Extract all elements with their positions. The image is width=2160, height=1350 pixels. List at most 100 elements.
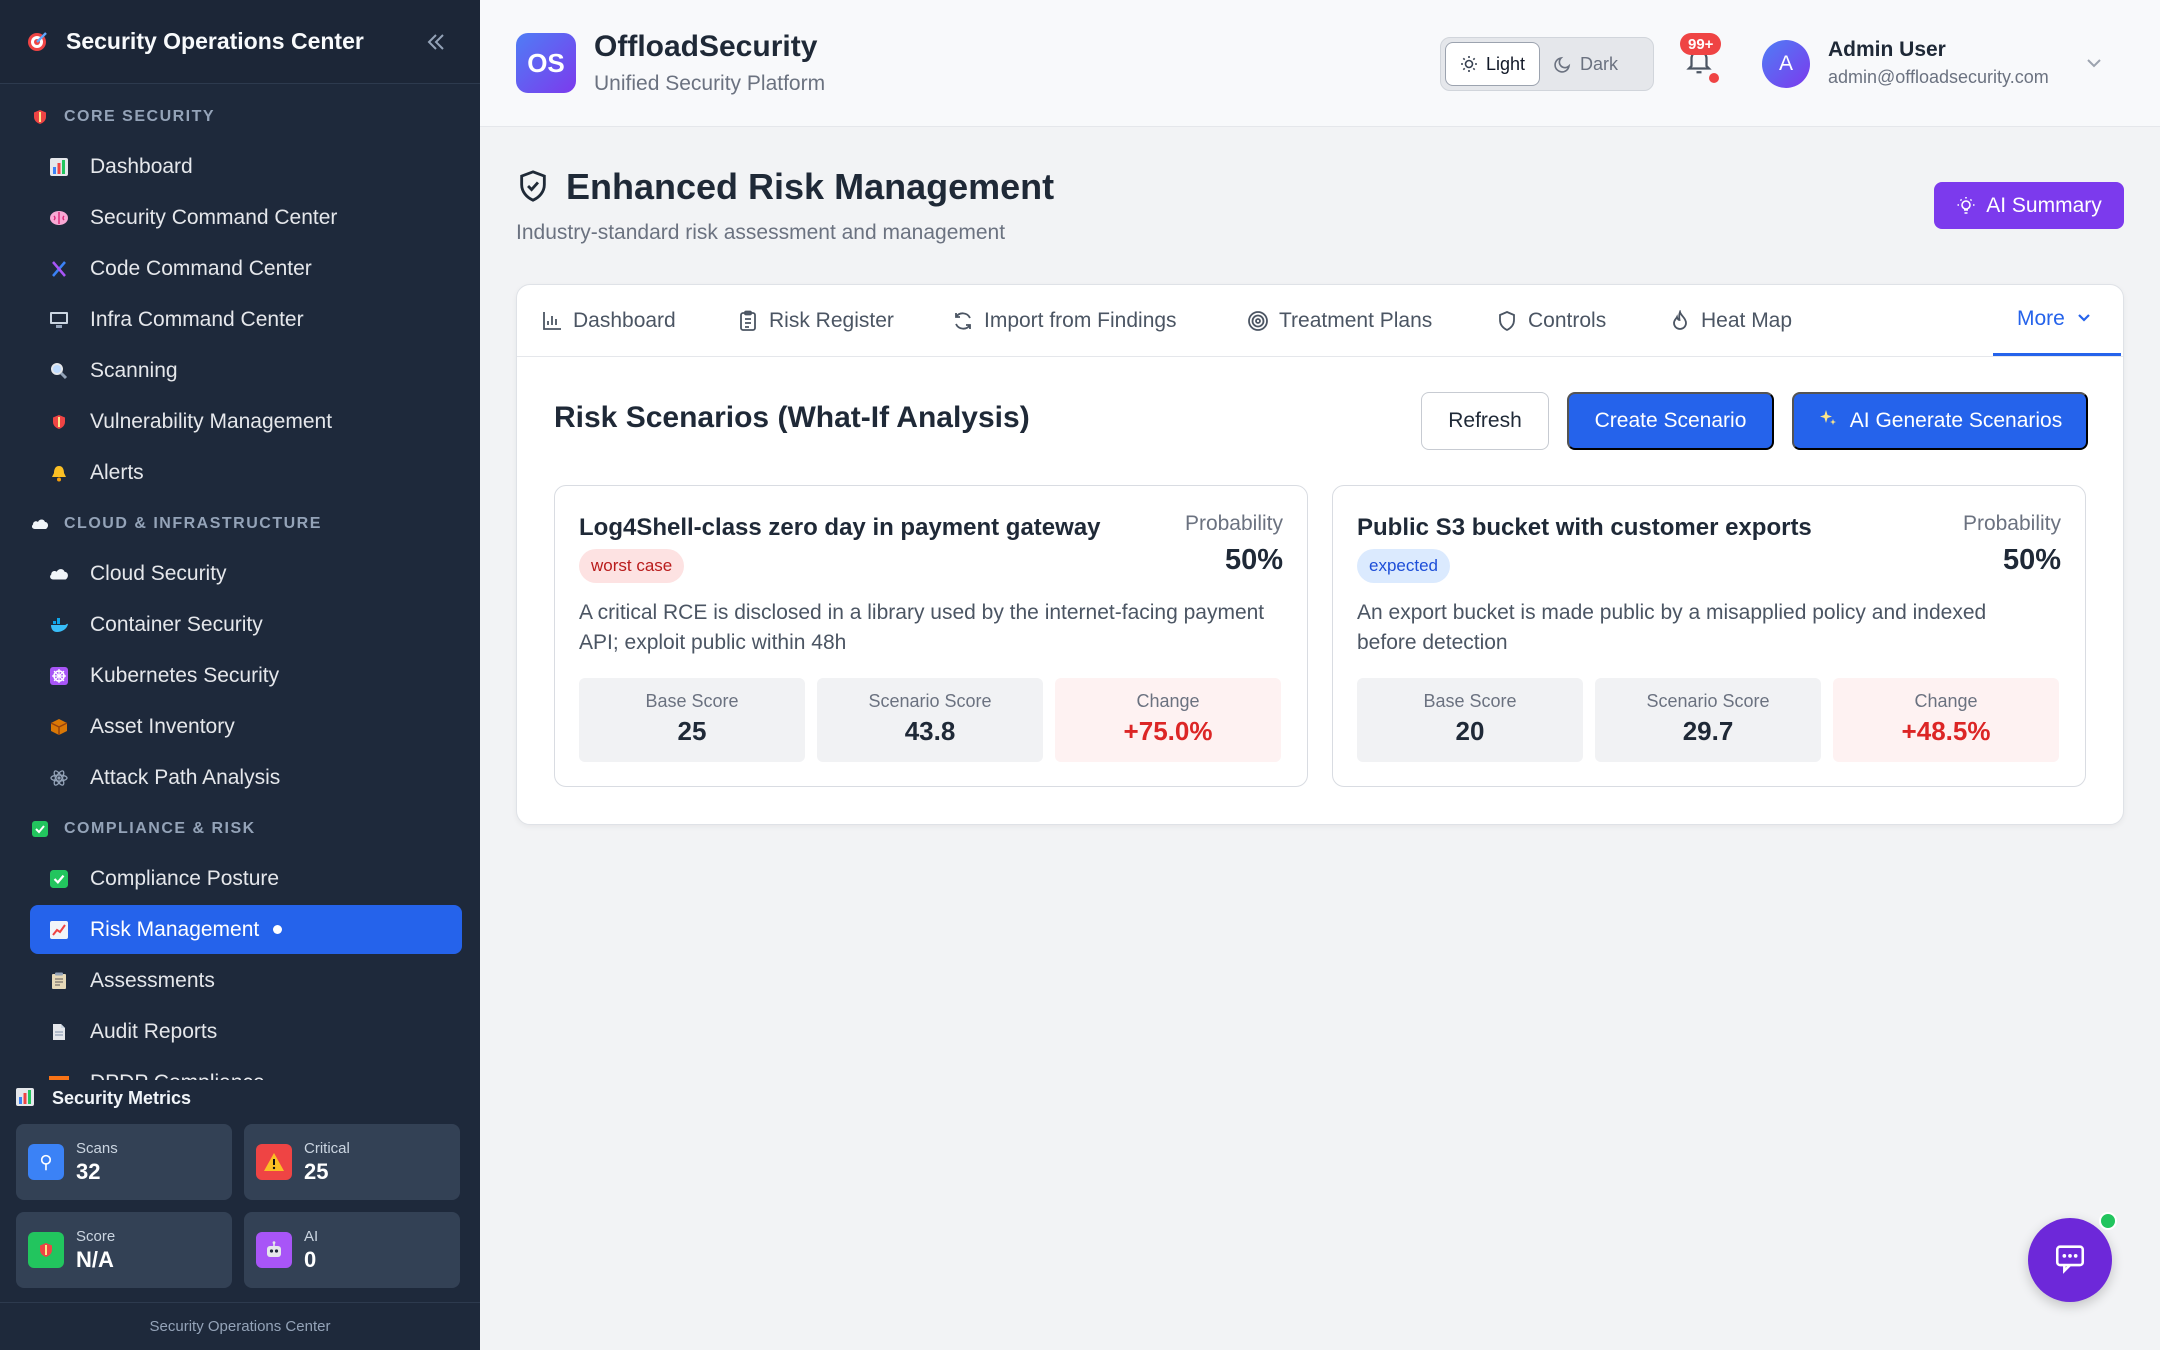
sidebar-item-label: Security Command Center xyxy=(90,205,338,229)
shield-check-icon xyxy=(516,169,552,205)
sun-icon xyxy=(1460,55,1478,73)
tab-bar: Dashboard Risk Register Import from Find… xyxy=(517,285,2123,357)
refresh-icon xyxy=(952,310,974,332)
score-value: 29.7 xyxy=(1682,716,1734,746)
notification-dot xyxy=(1709,73,1719,83)
chevron-down-icon[interactable] xyxy=(2083,52,2105,74)
flag-icon xyxy=(48,1072,70,1080)
score-label: Scenario Score xyxy=(1646,691,1770,711)
collapse-sidebar-icon[interactable] xyxy=(416,22,456,62)
bell-icon xyxy=(48,462,70,484)
sidebar-item-security-command-center[interactable]: Security Command Center xyxy=(30,193,462,242)
sidebar-item-attack-path-analysis[interactable]: Attack Path Analysis xyxy=(30,753,462,802)
tab-controls[interactable]: Controls xyxy=(1496,285,1606,357)
scenario-tag: expected xyxy=(1357,549,1450,583)
create-scenario-button[interactable]: Create Scenario xyxy=(1567,392,1774,450)
flame-icon xyxy=(1669,310,1691,332)
scenario-card[interactable]: Log4Shell-class zero day in payment gate… xyxy=(554,485,1308,787)
theme-light-button[interactable]: Light xyxy=(1445,42,1541,86)
sidebar-item-dashboard[interactable]: Dashboard xyxy=(30,142,462,191)
sidebar-item-label: Assessments xyxy=(90,968,215,992)
clipboard-icon xyxy=(737,310,759,332)
section-title: Risk Scenarios (What-If Analysis) xyxy=(554,401,1030,434)
sidebar-item-risk-management[interactable]: Risk Management xyxy=(30,905,462,954)
sidebar-item-scanning[interactable]: Scanning xyxy=(30,346,462,395)
metric-card-score[interactable]: Score N/A xyxy=(16,1212,232,1288)
sidebar-item-infra-command-center[interactable]: Infra Command Center xyxy=(30,295,462,344)
sidebar-item-label: DPDP Compliance xyxy=(90,1071,265,1081)
sidebar-item-alerts[interactable]: Alerts xyxy=(30,448,462,497)
scenario-title: Log4Shell-class zero day in payment gate… xyxy=(579,514,1101,541)
sidebar-title: Security Operations Center xyxy=(66,28,364,54)
sidebar-item-asset-inventory[interactable]: Asset Inventory xyxy=(30,702,462,751)
tab-treatment-plans[interactable]: Treatment Plans xyxy=(1247,285,1432,357)
clipboard-icon xyxy=(48,970,70,992)
change-box: Change +75.0% xyxy=(1055,678,1281,762)
check-box-icon xyxy=(30,819,50,839)
ai-generate-scenarios-button[interactable]: AI Generate Scenarios xyxy=(1792,392,2088,450)
score-value: 25 xyxy=(677,716,707,746)
shield-icon xyxy=(30,107,50,127)
sidebar-item-kubernetes-security[interactable]: Kubernetes Security xyxy=(30,651,462,700)
notifications-badge: 99+ xyxy=(1680,33,1722,55)
metric-card-scans[interactable]: ⚲ Scans 32 xyxy=(16,1124,232,1200)
metric-label: Scans xyxy=(76,1139,118,1157)
metric-value: 32 xyxy=(76,1158,101,1184)
trend-icon xyxy=(48,919,70,941)
sidebar-item-assessments[interactable]: Assessments xyxy=(30,956,462,1005)
sidebar-item-vulnerability-management[interactable]: Vulnerability Management xyxy=(30,397,462,446)
metric-card-critical[interactable]: Critical 25 xyxy=(244,1124,460,1200)
target-icon xyxy=(24,29,50,55)
sidebar-header: Security Operations Center xyxy=(0,0,480,84)
top-header: OS OffloadSecurity Unified Security Plat… xyxy=(480,0,2160,127)
metric-value: N/A xyxy=(76,1246,114,1272)
bar-chart-icon xyxy=(541,310,563,332)
tab-dashboard[interactable]: Dashboard xyxy=(541,285,676,357)
security-metrics: Security Metrics ⚲ Scans 32 Critical 25 Sc… xyxy=(0,1080,480,1300)
sidebar-item-audit-reports[interactable]: Audit Reports xyxy=(30,1007,462,1056)
online-status-dot xyxy=(2099,1212,2117,1230)
tab-heat-map[interactable]: Heat Map xyxy=(1669,285,1792,357)
risk-panel: Dashboard Risk Register Import from Find… xyxy=(516,284,2124,825)
sidebar-item-code-command-center[interactable]: Code Command Center xyxy=(30,244,462,293)
change-box: Change +48.5% xyxy=(1833,678,2059,762)
active-indicator-dot xyxy=(273,925,283,934)
sidebar-item-label: Cloud Security xyxy=(90,561,227,585)
target-icon xyxy=(1247,310,1269,332)
sidebar-item-label: Dashboard xyxy=(90,154,193,178)
shield-icon xyxy=(48,411,70,433)
scenario-card[interactable]: Public S3 bucket with customer exports e… xyxy=(1332,485,2086,787)
tab-more-dropdown[interactable]: More xyxy=(1993,285,2121,356)
avatar[interactable]: A xyxy=(1762,40,1810,88)
sidebar-item-label: Code Command Center xyxy=(90,256,312,280)
sidebar-item-compliance-posture[interactable]: Compliance Posture xyxy=(30,854,462,903)
probability-label: Probability xyxy=(1962,512,2061,535)
score-label: Base Score xyxy=(1423,691,1517,711)
bar-chart-icon xyxy=(16,1088,36,1108)
sidebar-item-cloud-security[interactable]: Cloud Security xyxy=(30,549,462,598)
user-name[interactable]: Admin User xyxy=(1828,38,1946,62)
sidebar-item-container-security[interactable]: Container Security xyxy=(30,600,462,649)
brand-logo[interactable]: OS xyxy=(516,33,576,93)
refresh-button[interactable]: Refresh xyxy=(1421,392,1549,450)
scenario-score-box: Scenario Score 29.7 xyxy=(1595,678,1821,762)
security-metrics-header: Security Metrics xyxy=(0,1080,480,1116)
ai-summary-button[interactable]: AI Summary xyxy=(1934,182,2124,229)
metric-card-ai[interactable]: AI 0 xyxy=(244,1212,460,1288)
moon-icon xyxy=(1554,55,1572,73)
section-label-core-security: CORE SECURITY xyxy=(0,92,480,142)
sidebar: Security Operations Center CORE SECURITY… xyxy=(0,0,480,1350)
sidebar-item-label: Vulnerability Management xyxy=(90,409,333,433)
tab-import-from-findings[interactable]: Import from Findings xyxy=(952,285,1177,357)
theme-dark-button[interactable]: Dark xyxy=(1540,42,1632,86)
robot-icon xyxy=(256,1232,292,1268)
tab-risk-register[interactable]: Risk Register xyxy=(737,285,894,357)
chat-button[interactable] xyxy=(2028,1218,2112,1302)
sidebar-footer: Security Operations Center xyxy=(0,1302,480,1350)
sidebar-item-label: Kubernetes Security xyxy=(90,663,280,687)
magnifier-icon: ⚲ xyxy=(28,1144,64,1180)
score-value: 20 xyxy=(1455,716,1485,746)
sidebar-item-dpdp-compliance[interactable]: DPDP Compliance xyxy=(30,1058,462,1080)
probability-value: 50% xyxy=(1224,544,1283,576)
score-label: Scenario Score xyxy=(868,691,992,711)
